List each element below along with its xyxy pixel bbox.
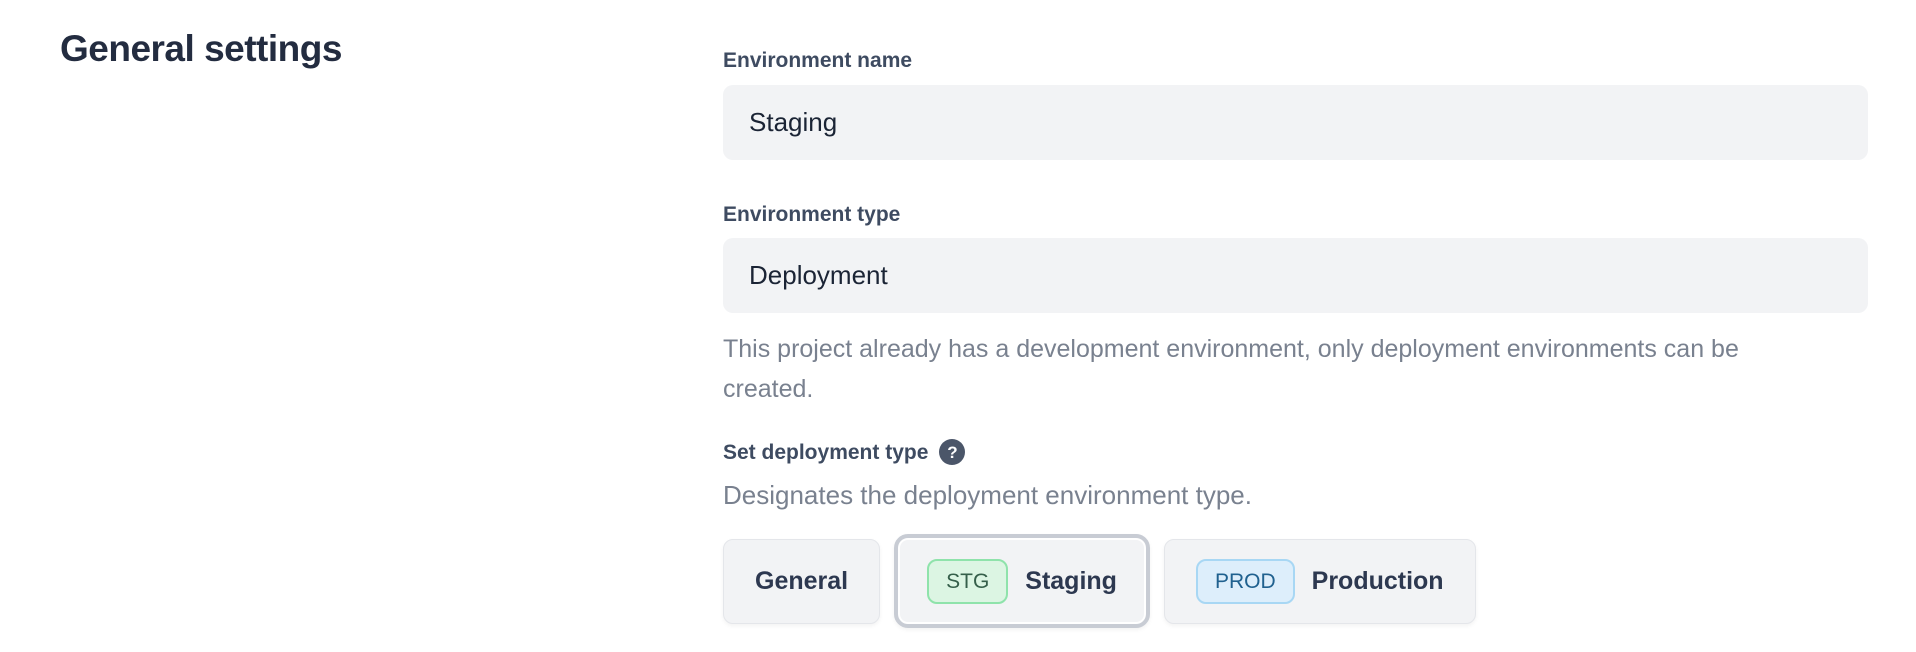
- environment-type-help-text: This project already has a development e…: [723, 329, 1813, 409]
- environment-name-input[interactable]: [723, 85, 1868, 160]
- option-general-label: General: [755, 567, 848, 596]
- deployment-type-label-row: Set deployment type ?: [723, 439, 1868, 465]
- option-production-label: Production: [1312, 567, 1444, 596]
- deployment-type-option-general[interactable]: General: [723, 539, 880, 624]
- question-mark-icon[interactable]: ?: [939, 439, 965, 465]
- deployment-type-option-staging[interactable]: STG Staging: [894, 534, 1150, 628]
- prod-badge: PROD: [1196, 559, 1295, 604]
- environment-type-input[interactable]: [723, 238, 1868, 313]
- set-deployment-type-label: Set deployment type: [723, 440, 928, 465]
- environment-name-label: Environment name: [723, 48, 1868, 73]
- page-title: General settings: [60, 28, 342, 70]
- general-settings-page: General settings Environment name Enviro…: [0, 0, 1916, 652]
- deployment-type-option-production[interactable]: PROD Production: [1164, 539, 1476, 624]
- deployment-type-description: Designates the deployment environment ty…: [723, 478, 1868, 512]
- option-staging-label: Staging: [1025, 567, 1117, 596]
- deployment-type-options: General STG Staging PROD Production: [723, 534, 1868, 628]
- settings-form: Environment name Environment type This p…: [723, 0, 1868, 628]
- environment-type-label: Environment type: [723, 202, 1868, 227]
- stg-badge: STG: [927, 559, 1008, 604]
